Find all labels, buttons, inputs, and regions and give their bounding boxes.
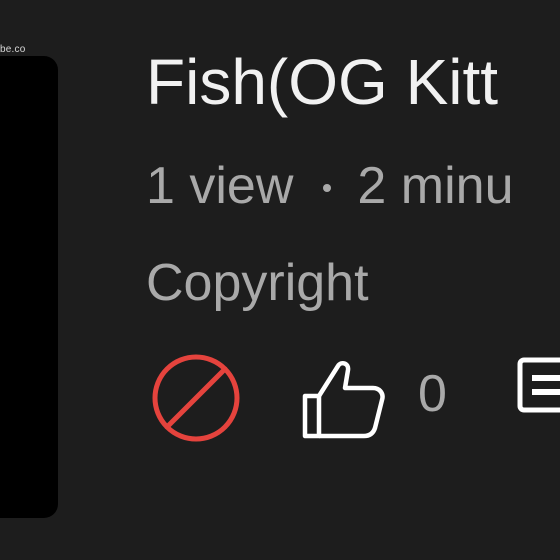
restriction-status[interactable]: Copyright xyxy=(146,257,369,309)
thumbnail-watermark: be.co xyxy=(0,44,26,55)
thumbs-up-icon[interactable] xyxy=(300,358,386,440)
video-thumbnail[interactable] xyxy=(0,56,58,518)
like-count: 0 xyxy=(418,365,447,423)
video-age: 2 minu xyxy=(357,157,514,215)
video-title[interactable]: Fish(OG Kitt xyxy=(146,50,498,114)
separator-dot xyxy=(323,184,332,192)
video-list-row: be.co Fish(OG Kitt 1 view 2 minu Copyrig… xyxy=(0,0,560,560)
video-meta: 1 view 2 minu xyxy=(146,160,513,212)
blocked-icon[interactable] xyxy=(150,352,242,444)
comments-icon[interactable] xyxy=(516,356,560,418)
view-count: 1 view xyxy=(146,157,294,215)
